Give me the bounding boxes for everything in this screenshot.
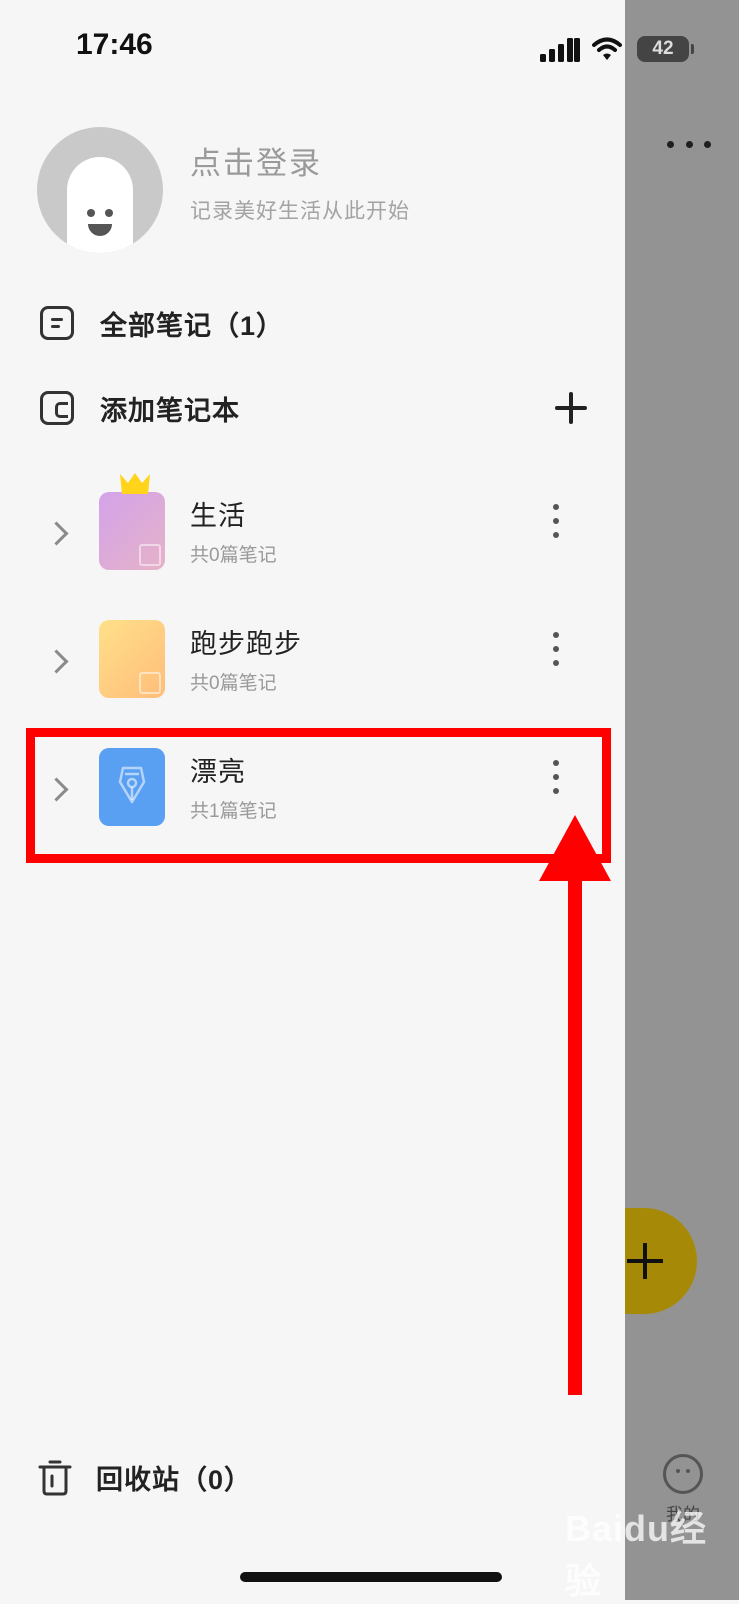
watermark: Baidu经验	[565, 1508, 708, 1601]
notebook-cover	[99, 620, 165, 698]
battery-icon: 42	[637, 36, 694, 62]
notebook-more-icon[interactable]	[550, 504, 562, 544]
notebook-item[interactable]: 生活 共0篇笔记	[40, 473, 610, 582]
face-icon	[663, 1454, 703, 1494]
notebook-count: 共0篇笔记	[190, 545, 277, 566]
add-notebook-label: 添加笔记本	[100, 395, 240, 426]
add-notebook-button[interactable]	[555, 392, 587, 424]
notebook-icon	[40, 391, 74, 425]
home-indicator[interactable]	[240, 1572, 502, 1582]
chevron-right-icon[interactable]	[44, 521, 69, 546]
trash-icon	[38, 1460, 72, 1495]
annotation-arrow-icon	[539, 815, 611, 1395]
login-subtitle: 记录美好生活从此开始	[190, 200, 410, 223]
all-notes-item[interactable]: 全部笔记（1）	[40, 298, 284, 348]
chevron-right-icon[interactable]	[44, 649, 69, 674]
notebook-more-icon[interactable]	[550, 632, 562, 672]
login-button[interactable]: 点击登录	[190, 138, 322, 183]
add-note-button[interactable]	[625, 1208, 697, 1314]
notebook-count: 共0篇笔记	[190, 673, 277, 694]
trash-label: 回收站（0）	[96, 1465, 253, 1495]
notebook-name: 生活	[190, 501, 246, 531]
wifi-icon	[592, 37, 622, 60]
notebook-cover	[99, 492, 165, 570]
annotation-highlight-box	[26, 728, 611, 863]
cellular-signal-icon	[540, 38, 580, 62]
avatar[interactable]	[37, 127, 163, 253]
notebook-name: 跑步跑步	[190, 629, 302, 659]
notebook-item[interactable]: 跑步跑步 共0篇笔记	[40, 620, 610, 710]
trash-item[interactable]: 回收站（0）	[38, 1458, 252, 1497]
background-overlay[interactable]: 我的	[625, 0, 739, 1600]
notes-icon	[40, 306, 74, 340]
all-notes-label: 全部笔记（1）	[100, 310, 285, 341]
add-notebook-item[interactable]: 添加笔记本	[40, 383, 240, 433]
more-menu-icon[interactable]	[667, 136, 711, 152]
status-time: 17:46	[76, 28, 153, 61]
crown-icon	[120, 473, 150, 494]
